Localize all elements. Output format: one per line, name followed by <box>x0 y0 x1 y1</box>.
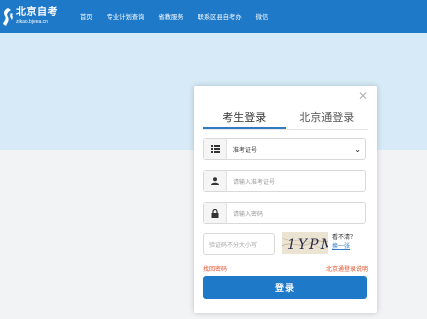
list-icon <box>204 139 227 159</box>
nav-services[interactable]: 省教服务 <box>158 12 183 21</box>
nav-district-offices[interactable]: 联系区县自考办 <box>198 12 242 21</box>
id-type-select[interactable]: 准考证号 ⌄ <box>203 138 366 160</box>
nav-major-plan[interactable]: 专业计划查询 <box>107 12 145 21</box>
main-nav: 首页 专业计划查询 省教服务 联系区县自考办 微信 <box>80 12 282 21</box>
logo-mark-icon <box>3 7 13 26</box>
captcha-code: 1YPM <box>287 237 328 253</box>
candidate-id-field[interactable]: 请输入准考证号 <box>203 170 366 192</box>
tab-candidate-login[interactable]: 考生登录 <box>203 108 286 129</box>
site-logo[interactable]: 北京自考 zikao.bjeea.cn <box>2 7 70 27</box>
forgot-password-link[interactable]: 找回密码 <box>203 264 227 273</box>
login-tabs: 考生登录 北京通登录 <box>203 108 368 130</box>
password-field[interactable]: 请输入密码 <box>203 202 366 224</box>
captcha-image[interactable]: 1YPM <box>282 232 328 254</box>
captcha-refresh-link[interactable]: 换一张 <box>332 242 356 251</box>
tab-bjt-login[interactable]: 北京通登录 <box>286 108 369 129</box>
captcha-hint: 看不清？ <box>332 234 357 241</box>
nav-home[interactable]: 首页 <box>80 12 93 21</box>
id-type-value: 准考证号 <box>233 146 258 154</box>
password-placeholder: 请输入密码 <box>233 210 264 218</box>
close-icon[interactable]: ✕ <box>358 90 368 102</box>
lock-icon <box>204 203 227 223</box>
nav-wechat[interactable]: 微信 <box>256 12 269 21</box>
candidate-id-placeholder: 请输入准考证号 <box>233 178 276 186</box>
chevron-down-icon: ⌄ <box>354 144 361 154</box>
logo-title: 北京自考 <box>16 7 58 18</box>
login-button[interactable]: 登录 <box>203 276 367 299</box>
user-icon <box>204 171 227 191</box>
site-header: 北京自考 zikao.bjeea.cn 首页 专业计划查询 省教服务 联系区县自… <box>0 0 427 33</box>
login-panel: ✕ 考生登录 北京通登录 准考证号 ⌄ 请输入准考证号 请输入密码 验证码不分大… <box>194 86 377 313</box>
aux-links: 找回密码 北京通登录说明 <box>203 264 368 273</box>
captcha-input[interactable]: 验证码不分大小写 <box>203 233 275 255</box>
bjt-help-link[interactable]: 北京通登录说明 <box>326 264 368 273</box>
captcha-help: 看不清？ 换一张 <box>332 233 356 251</box>
logo-domain: zikao.bjeea.cn <box>16 19 48 25</box>
